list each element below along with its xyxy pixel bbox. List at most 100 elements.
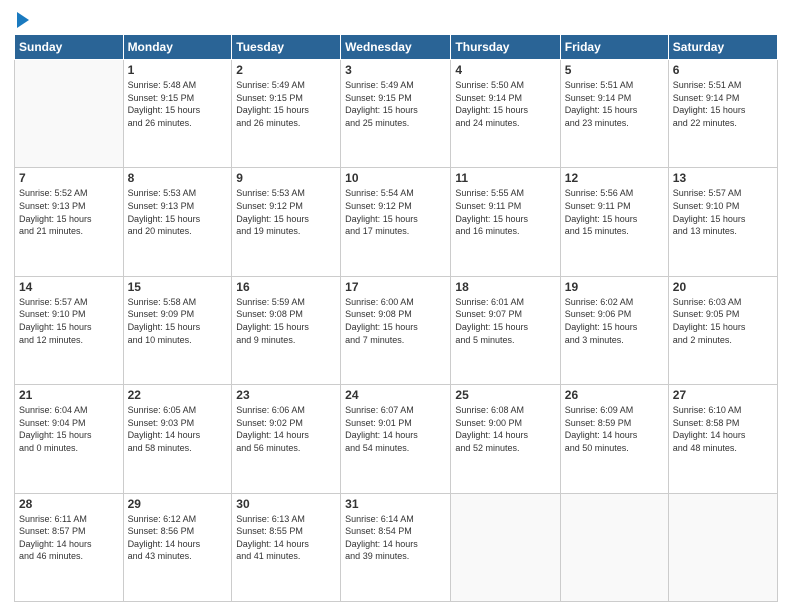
calendar-cell: 3 Sunrise: 5:49 AM Sunset: 9:15 PM Daylig… [341,60,451,168]
day-info: Sunrise: 6:06 AM Sunset: 9:02 PM Dayligh… [236,404,336,454]
weekday-header-friday: Friday [560,35,668,60]
day-info: Sunrise: 5:56 AM Sunset: 9:11 PM Dayligh… [565,187,664,237]
logo-triangle-icon [17,12,29,28]
day-info: Sunrise: 5:59 AM Sunset: 9:08 PM Dayligh… [236,296,336,346]
day-info: Sunrise: 6:11 AM Sunset: 8:57 PM Dayligh… [19,513,119,563]
day-info: Sunrise: 6:05 AM Sunset: 9:03 PM Dayligh… [128,404,228,454]
day-number: 26 [565,388,664,402]
calendar-cell: 15 Sunrise: 5:58 AM Sunset: 9:09 PM Dayli… [123,276,232,384]
day-info: Sunrise: 5:54 AM Sunset: 9:12 PM Dayligh… [345,187,446,237]
day-number: 30 [236,497,336,511]
calendar-cell: 19 Sunrise: 6:02 AM Sunset: 9:06 PM Dayli… [560,276,668,384]
day-number: 19 [565,280,664,294]
day-info: Sunrise: 6:14 AM Sunset: 8:54 PM Dayligh… [345,513,446,563]
day-number: 17 [345,280,446,294]
day-info: Sunrise: 6:13 AM Sunset: 8:55 PM Dayligh… [236,513,336,563]
calendar-cell: 14 Sunrise: 5:57 AM Sunset: 9:10 PM Dayli… [15,276,124,384]
calendar-cell: 31 Sunrise: 6:14 AM Sunset: 8:54 PM Dayli… [341,493,451,601]
day-info: Sunrise: 6:04 AM Sunset: 9:04 PM Dayligh… [19,404,119,454]
calendar-cell: 29 Sunrise: 6:12 AM Sunset: 8:56 PM Dayli… [123,493,232,601]
day-info: Sunrise: 5:57 AM Sunset: 9:10 PM Dayligh… [673,187,773,237]
day-info: Sunrise: 5:53 AM Sunset: 9:13 PM Dayligh… [128,187,228,237]
day-info: Sunrise: 6:12 AM Sunset: 8:56 PM Dayligh… [128,513,228,563]
day-number: 8 [128,171,228,185]
calendar-cell: 5 Sunrise: 5:51 AM Sunset: 9:14 PM Daylig… [560,60,668,168]
calendar-page: SundayMondayTuesdayWednesdayThursdayFrid… [0,0,792,612]
header [14,10,778,28]
calendar-cell [15,60,124,168]
day-number: 23 [236,388,336,402]
day-info: Sunrise: 5:53 AM Sunset: 9:12 PM Dayligh… [236,187,336,237]
day-info: Sunrise: 6:07 AM Sunset: 9:01 PM Dayligh… [345,404,446,454]
weekday-header-saturday: Saturday [668,35,777,60]
weekday-header-row: SundayMondayTuesdayWednesdayThursdayFrid… [15,35,778,60]
day-info: Sunrise: 6:09 AM Sunset: 8:59 PM Dayligh… [565,404,664,454]
day-info: Sunrise: 5:49 AM Sunset: 9:15 PM Dayligh… [345,79,446,129]
calendar-cell [668,493,777,601]
day-number: 5 [565,63,664,77]
day-info: Sunrise: 5:55 AM Sunset: 9:11 PM Dayligh… [455,187,555,237]
day-number: 22 [128,388,228,402]
calendar-cell: 11Sunrise: 5:55 AM Sunset: 9:11 PM Dayli… [451,168,560,276]
week-row-2: 7 Sunrise: 5:52 AM Sunset: 9:13 PM Daylig… [15,168,778,276]
day-number: 25 [455,388,555,402]
day-info: Sunrise: 5:57 AM Sunset: 9:10 PM Dayligh… [19,296,119,346]
day-number: 16 [236,280,336,294]
day-number: 29 [128,497,228,511]
day-number: 28 [19,497,119,511]
day-info: Sunrise: 5:51 AM Sunset: 9:14 PM Dayligh… [673,79,773,129]
day-number: 15 [128,280,228,294]
day-info: Sunrise: 5:58 AM Sunset: 9:09 PM Dayligh… [128,296,228,346]
calendar-cell: 18Sunrise: 6:01 AM Sunset: 9:07 PM Dayli… [451,276,560,384]
calendar-cell: 21Sunrise: 6:04 AM Sunset: 9:04 PM Dayli… [15,385,124,493]
calendar-cell: 8 Sunrise: 5:53 AM Sunset: 9:13 PM Daylig… [123,168,232,276]
calendar-cell: 9 Sunrise: 5:53 AM Sunset: 9:12 PM Daylig… [232,168,341,276]
day-number: 31 [345,497,446,511]
calendar-cell: 4 Sunrise: 5:50 AM Sunset: 9:14 PM Daylig… [451,60,560,168]
calendar-cell: 2 Sunrise: 5:49 AM Sunset: 9:15 PM Daylig… [232,60,341,168]
day-number: 2 [236,63,336,77]
week-row-5: 28 Sunrise: 6:11 AM Sunset: 8:57 PM Dayli… [15,493,778,601]
day-info: Sunrise: 5:49 AM Sunset: 9:15 PM Dayligh… [236,79,336,129]
day-info: Sunrise: 5:50 AM Sunset: 9:14 PM Dayligh… [455,79,555,129]
weekday-header-wednesday: Wednesday [341,35,451,60]
day-number: 3 [345,63,446,77]
day-number: 24 [345,388,446,402]
calendar-cell: 22 Sunrise: 6:05 AM Sunset: 9:03 PM Dayli… [123,385,232,493]
logo [14,10,29,28]
calendar-cell: 6 Sunrise: 5:51 AM Sunset: 9:14 PM Daylig… [668,60,777,168]
calendar-cell: 7 Sunrise: 5:52 AM Sunset: 9:13 PM Daylig… [15,168,124,276]
calendar-cell [451,493,560,601]
calendar-cell: 1Sunrise: 5:48 AM Sunset: 9:15 PM Daylig… [123,60,232,168]
day-number: 7 [19,171,119,185]
day-number: 12 [565,171,664,185]
day-number: 27 [673,388,773,402]
day-info: Sunrise: 6:08 AM Sunset: 9:00 PM Dayligh… [455,404,555,454]
day-info: Sunrise: 5:52 AM Sunset: 9:13 PM Dayligh… [19,187,119,237]
calendar-cell: 28 Sunrise: 6:11 AM Sunset: 8:57 PM Dayli… [15,493,124,601]
week-row-3: 14 Sunrise: 5:57 AM Sunset: 9:10 PM Dayli… [15,276,778,384]
calendar-cell: 10 Sunrise: 5:54 AM Sunset: 9:12 PM Dayli… [341,168,451,276]
day-number: 13 [673,171,773,185]
day-number: 4 [455,63,555,77]
day-info: Sunrise: 5:51 AM Sunset: 9:14 PM Dayligh… [565,79,664,129]
day-info: Sunrise: 5:48 AM Sunset: 9:15 PM Dayligh… [128,79,228,129]
day-number: 6 [673,63,773,77]
day-info: Sunrise: 6:10 AM Sunset: 8:58 PM Dayligh… [673,404,773,454]
calendar-cell: 16 Sunrise: 5:59 AM Sunset: 9:08 PM Dayli… [232,276,341,384]
day-info: Sunrise: 6:00 AM Sunset: 9:08 PM Dayligh… [345,296,446,346]
week-row-1: 1Sunrise: 5:48 AM Sunset: 9:15 PM Daylig… [15,60,778,168]
day-number: 14 [19,280,119,294]
weekday-header-sunday: Sunday [15,35,124,60]
day-number: 18 [455,280,555,294]
calendar-cell: 27 Sunrise: 6:10 AM Sunset: 8:58 PM Dayli… [668,385,777,493]
calendar-cell: 26 Sunrise: 6:09 AM Sunset: 8:59 PM Dayli… [560,385,668,493]
day-number: 10 [345,171,446,185]
calendar-cell [560,493,668,601]
day-number: 9 [236,171,336,185]
calendar-cell: 30 Sunrise: 6:13 AM Sunset: 8:55 PM Dayli… [232,493,341,601]
weekday-header-thursday: Thursday [451,35,560,60]
calendar-cell: 17 Sunrise: 6:00 AM Sunset: 9:08 PM Dayli… [341,276,451,384]
calendar-cell: 23 Sunrise: 6:06 AM Sunset: 9:02 PM Dayli… [232,385,341,493]
day-info: Sunrise: 6:02 AM Sunset: 9:06 PM Dayligh… [565,296,664,346]
